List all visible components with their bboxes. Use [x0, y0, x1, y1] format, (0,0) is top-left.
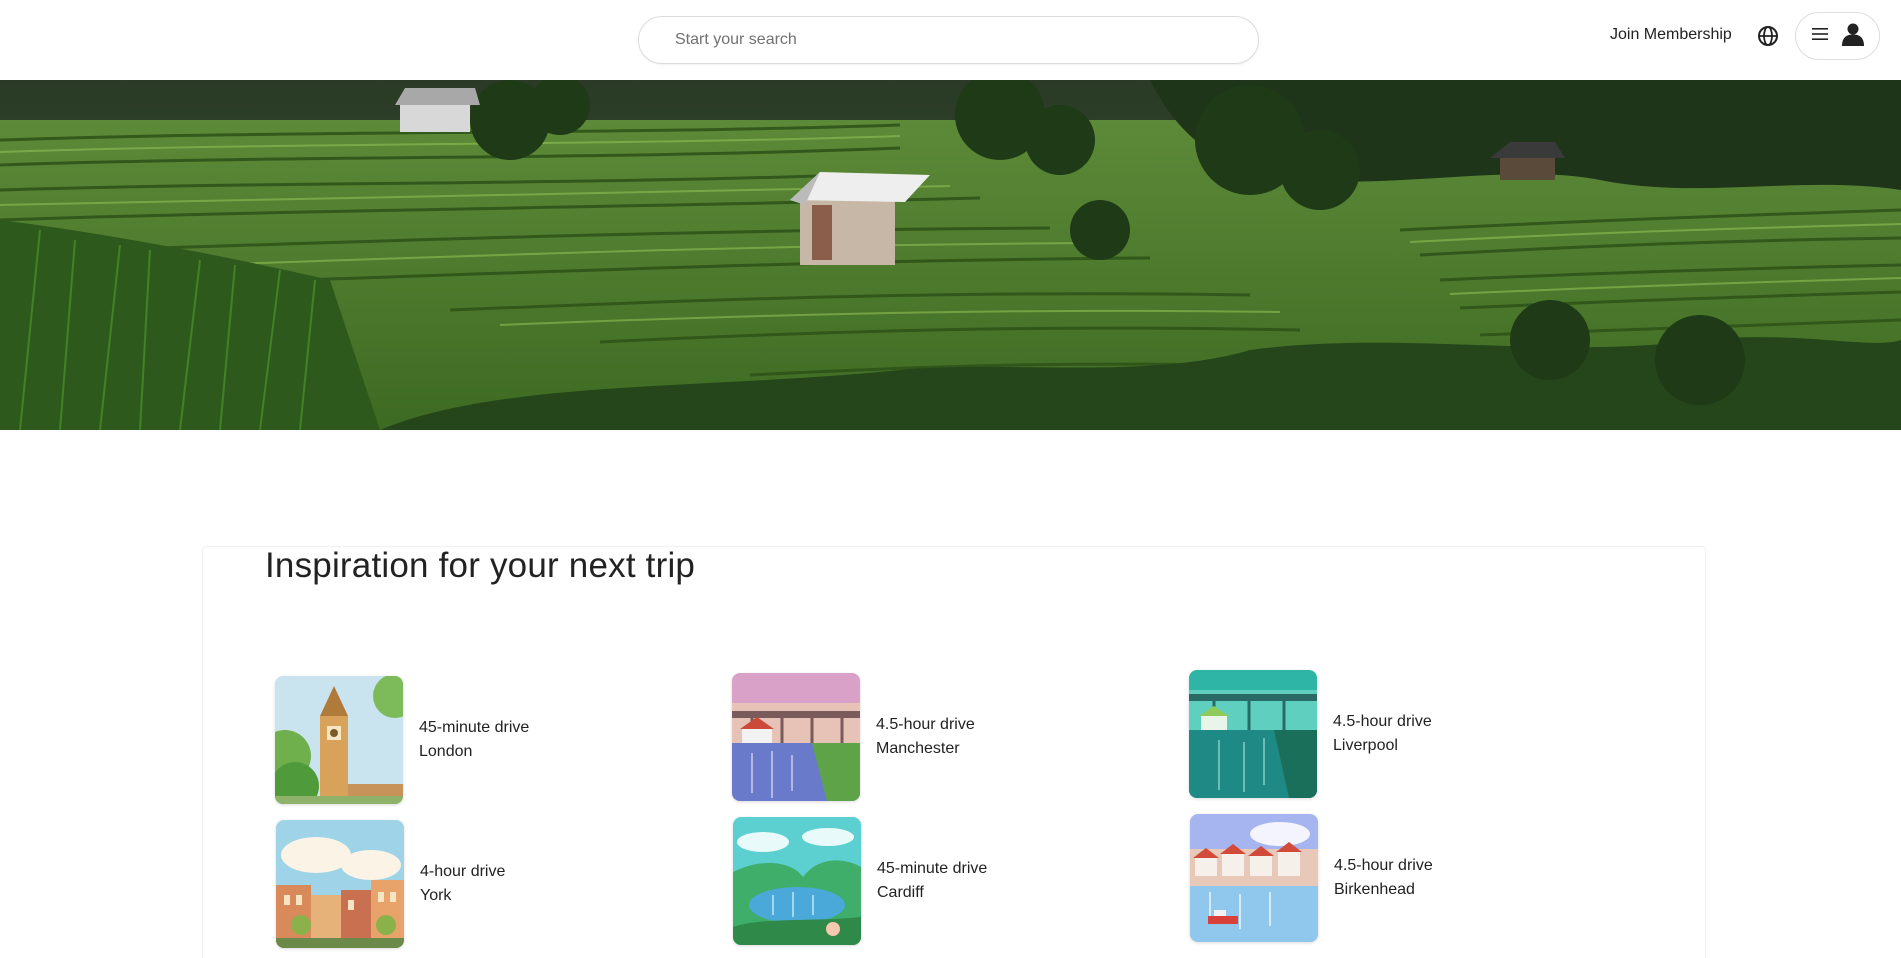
drive-time: 45-minute drive [419, 719, 530, 736]
destination-card-birkenhead[interactable]: 4.5-hour drive Birkenhead [1190, 814, 1433, 942]
city-name: Cardiff [877, 884, 924, 901]
destination-thumbnail [733, 817, 861, 945]
destination-thumbnail [1189, 670, 1317, 798]
destination-card-cardiff[interactable]: 45-minute drive Cardiff [733, 817, 987, 945]
join-membership-link[interactable]: Join Membership [1610, 26, 1732, 44]
user-menu-button[interactable] [1795, 12, 1880, 60]
destination-card-manchester[interactable]: 4.5-hour drive Manchester [732, 673, 975, 801]
city-name: Liverpool [1333, 737, 1398, 754]
user-icon [1841, 22, 1864, 51]
destination-thumbnail [1190, 814, 1318, 942]
city-name: York [420, 887, 452, 904]
drive-time: 45-minute drive [877, 860, 988, 877]
drive-time: 4.5-hour drive [876, 716, 975, 733]
destination-thumbnail [732, 673, 860, 801]
globe-icon[interactable] [1757, 25, 1779, 47]
destination-thumbnail [275, 676, 403, 804]
hamburger-menu-icon [1811, 27, 1828, 46]
city-name: Manchester [876, 740, 960, 757]
rice-terrace-illustration [0, 80, 1901, 430]
header: Join Membership [0, 0, 1901, 80]
city-name: London [419, 743, 473, 760]
destination-card-london[interactable]: 45-minute drive London [275, 676, 529, 804]
section-title: Inspiration for your next trip [265, 546, 696, 585]
drive-time: 4.5-hour drive [1334, 857, 1433, 874]
search-bar[interactable] [638, 16, 1259, 64]
destination-card-liverpool[interactable]: 4.5-hour drive Liverpool [1189, 670, 1432, 798]
drive-time: 4.5-hour drive [1333, 713, 1432, 730]
hero-image [0, 80, 1901, 430]
destination-card-york[interactable]: 4-hour drive York [276, 820, 505, 948]
city-name: Birkenhead [1334, 881, 1415, 898]
destination-thumbnail [276, 820, 404, 948]
drive-time: 4-hour drive [420, 863, 506, 880]
search-input[interactable] [675, 31, 1258, 49]
